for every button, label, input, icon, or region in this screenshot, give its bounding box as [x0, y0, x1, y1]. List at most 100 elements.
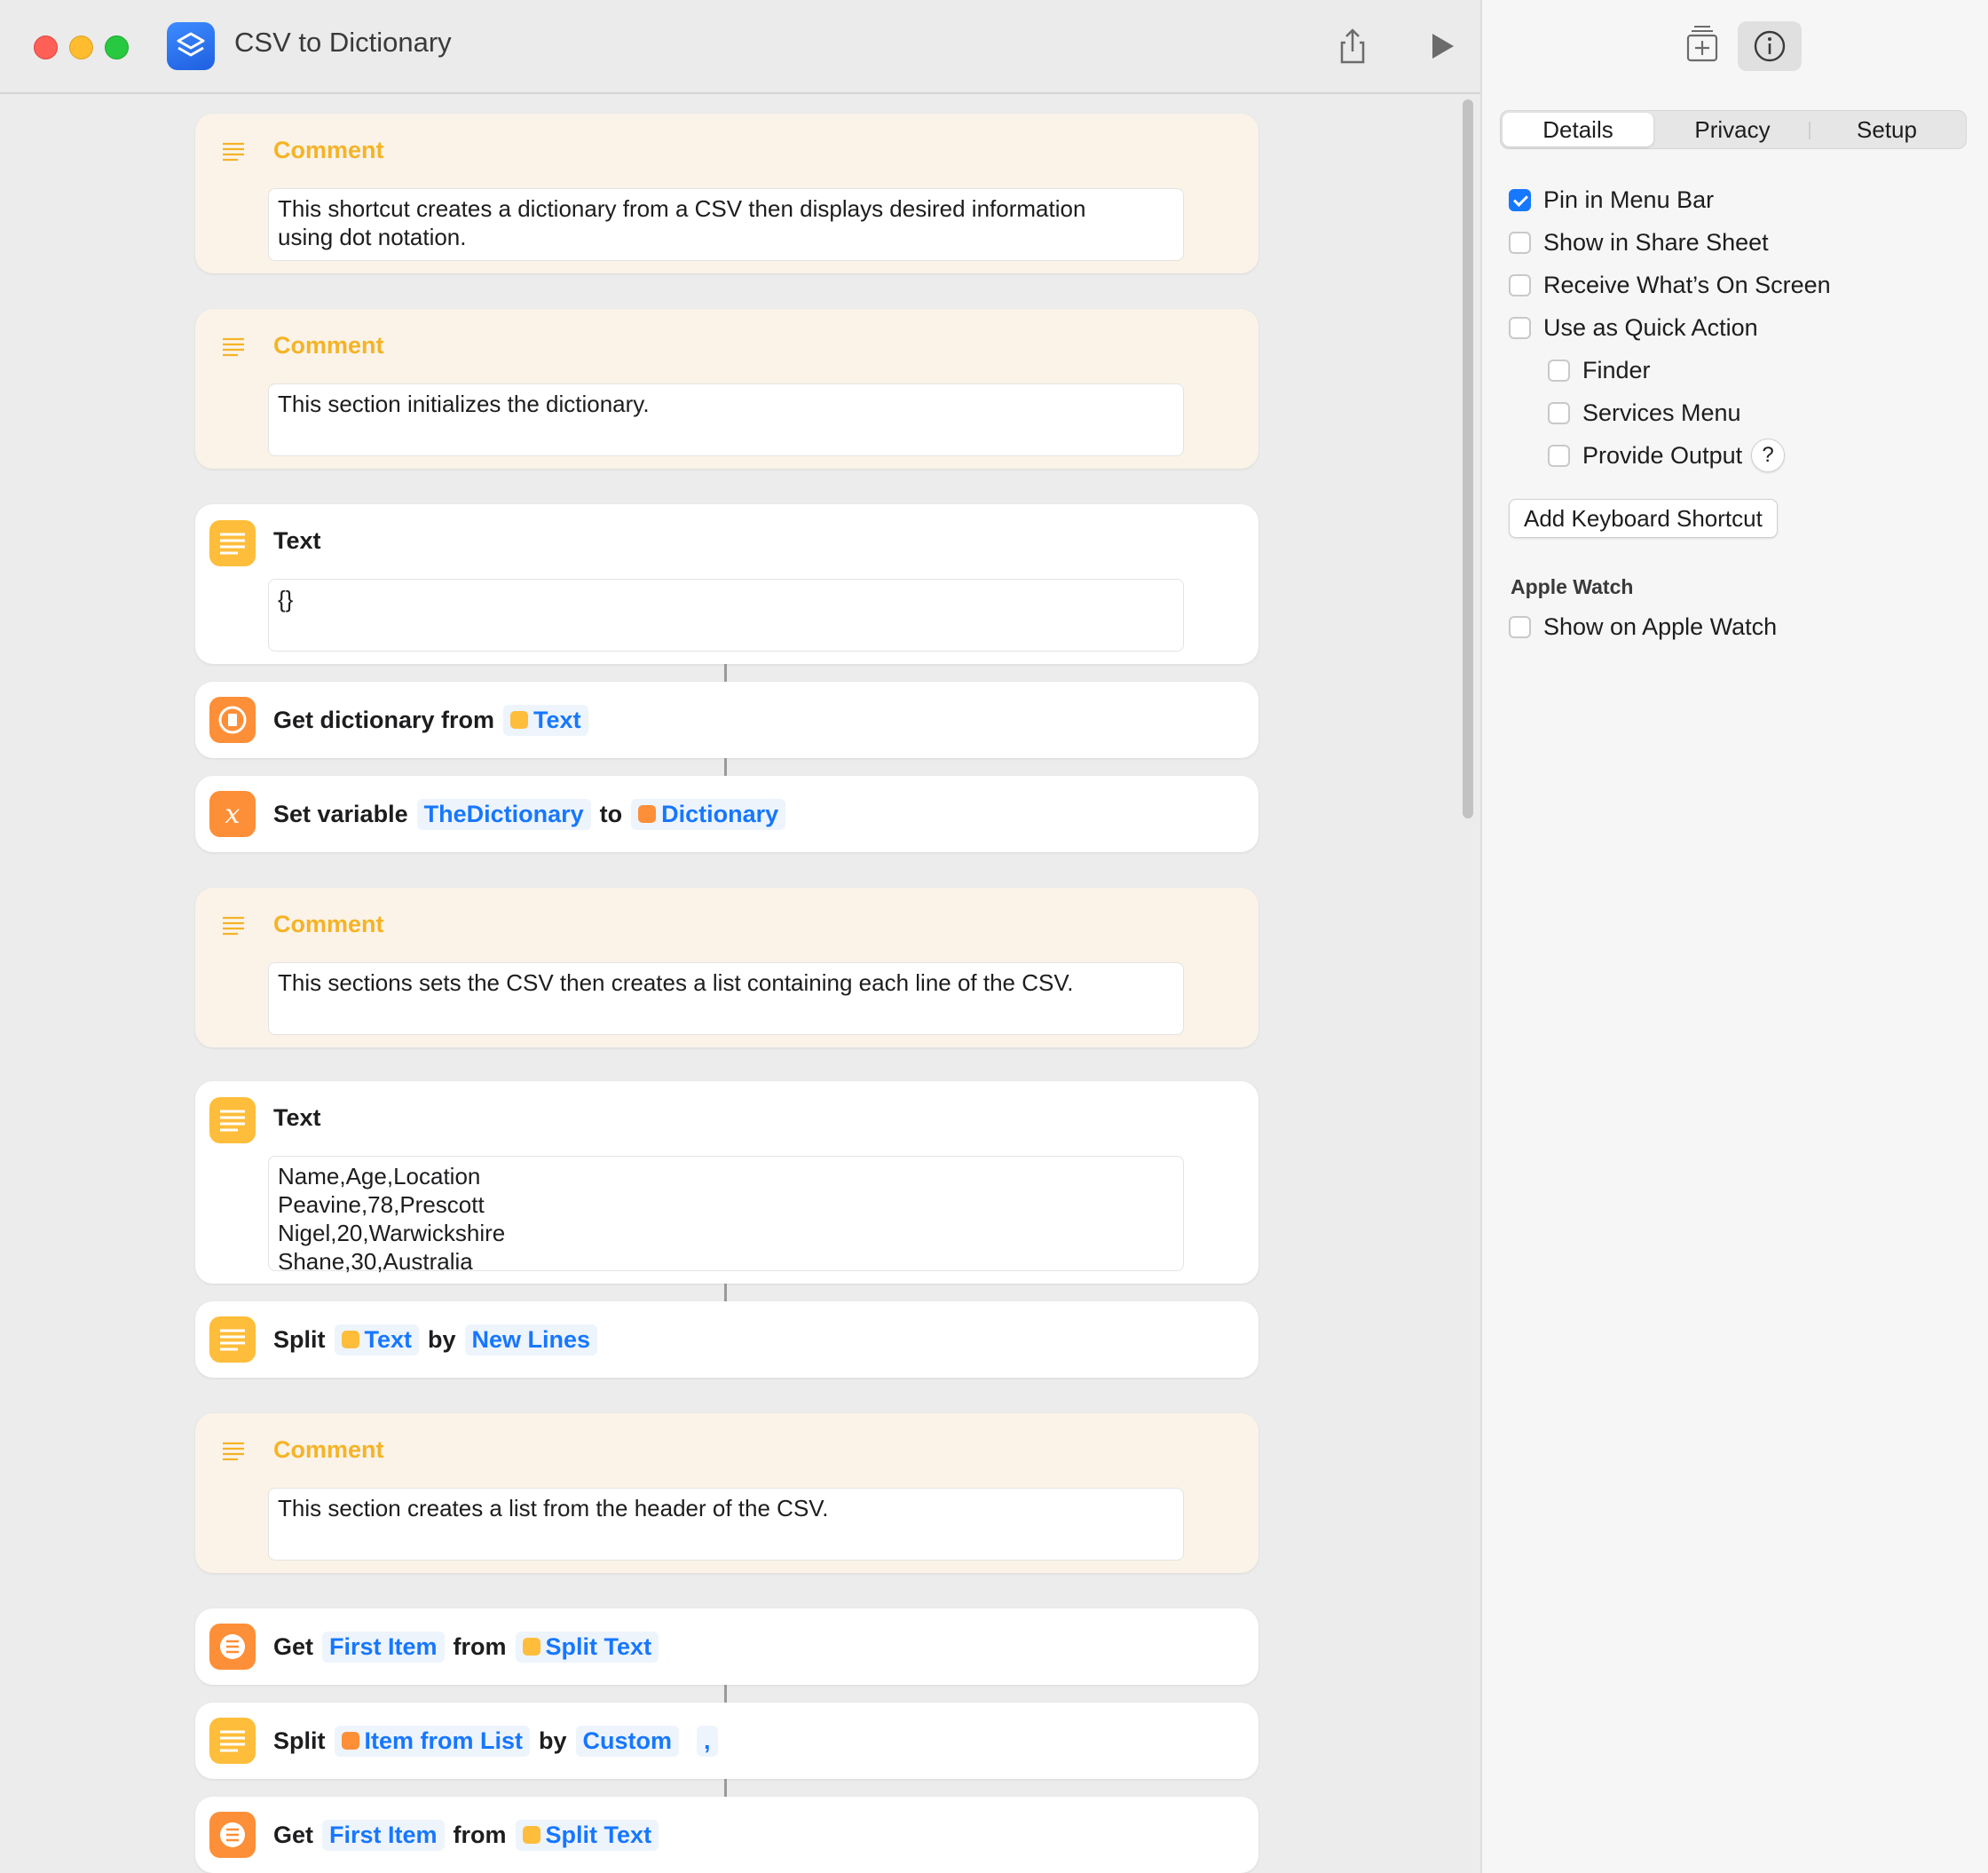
close-window-button[interactable]	[34, 36, 58, 59]
comment-title: Comment	[273, 911, 384, 937]
tab-privacy[interactable]: Privacy	[1657, 113, 1808, 146]
option-show-on-apple-watch[interactable]: Show on Apple Watch	[1509, 609, 1777, 644]
text-action[interactable]: Text {}	[195, 504, 1258, 664]
separator-token[interactable]: Custom	[575, 1725, 680, 1757]
play-icon	[1432, 34, 1454, 59]
text-action-icon	[209, 1097, 256, 1143]
info-button[interactable]	[1738, 21, 1802, 71]
option-pin-in-menu-bar[interactable]: Pin in Menu Bar	[1509, 182, 1714, 217]
option-label: Provide Output	[1582, 441, 1743, 469]
comment-text-field[interactable]: This sections sets the CSV then creates …	[268, 962, 1184, 1035]
action-connector	[724, 758, 727, 776]
custom-separator-field[interactable]: ,	[697, 1725, 718, 1757]
option-show-in-share-sheet[interactable]: Show in Share Sheet	[1509, 225, 1769, 260]
set-variable-action[interactable]: x Set variable TheDictionary to Dictiona…	[195, 776, 1258, 852]
token-label: Split Text	[545, 1821, 652, 1848]
checkbox[interactable]	[1548, 359, 1570, 382]
action-label: Split	[273, 1727, 326, 1754]
from-label: from	[453, 1632, 507, 1660]
option-label: Finder	[1582, 356, 1651, 383]
option-receive-on-screen[interactable]: Receive What’s On Screen	[1509, 267, 1831, 303]
checkbox[interactable]	[1548, 401, 1570, 424]
variable-x-icon: x	[209, 791, 256, 837]
comment-icon	[223, 337, 244, 357]
option-finder[interactable]: Finder	[1548, 352, 1651, 388]
text-token-icon	[341, 1331, 359, 1348]
item-from-list-token[interactable]: Item from List	[334, 1725, 531, 1757]
shortcuts-app-icon	[167, 22, 215, 70]
variable-name-token[interactable]: TheDictionary	[416, 798, 591, 830]
get-dictionary-action[interactable]: Get dictionary from Text	[195, 682, 1258, 758]
option-label: Pin in Menu Bar	[1543, 186, 1715, 213]
window-title: CSV to Dictionary	[234, 27, 452, 58]
get-item-action[interactable]: Get First Item from Split Text	[195, 1797, 1258, 1873]
option-label: Show in Share Sheet	[1543, 228, 1769, 256]
text-field[interactable]: {}	[268, 579, 1184, 652]
tab-setup[interactable]: Setup	[1811, 113, 1962, 146]
tab-divider	[1809, 122, 1810, 139]
comment-action[interactable]: Comment This section creates a list from…	[195, 1413, 1258, 1573]
split-text-action[interactable]: Split Item from List by Custom ,	[195, 1703, 1258, 1779]
comment-text-field[interactable]: This section initializes the dictionary.	[268, 383, 1184, 456]
action-connector	[724, 1779, 727, 1797]
dictionary-icon	[209, 697, 256, 743]
text-token-icon	[522, 1638, 540, 1656]
action-label: Get	[273, 1821, 314, 1848]
comment-icon	[223, 142, 244, 162]
share-button[interactable]	[1331, 25, 1374, 67]
by-label: by	[539, 1727, 567, 1754]
option-services-menu[interactable]: Services Menu	[1548, 395, 1741, 431]
comment-action[interactable]: Comment This sections sets the CSV then …	[195, 888, 1258, 1047]
action-label: Split	[273, 1325, 326, 1353]
option-use-as-quick-action[interactable]: Use as Quick Action	[1509, 310, 1758, 345]
action-label: Set variable	[273, 800, 408, 827]
text-action[interactable]: Text Name,Age,Location Peavine,78,Presco…	[195, 1081, 1258, 1284]
comment-icon	[223, 916, 244, 936]
token-label: Item from List	[364, 1727, 524, 1754]
get-item-action[interactable]: Get First Item from Split Text	[195, 1608, 1258, 1685]
option-label: Receive What’s On Screen	[1543, 271, 1831, 298]
comment-action[interactable]: Comment This shortcut creates a dictiona…	[195, 114, 1258, 273]
zoom-window-button[interactable]	[105, 36, 129, 59]
option-label: Services Menu	[1582, 399, 1741, 426]
item-selector-token[interactable]: First Item	[322, 1631, 445, 1663]
option-provide-output[interactable]: Provide Output ?	[1548, 438, 1786, 473]
list-icon	[209, 1624, 256, 1670]
list-icon	[209, 1812, 256, 1858]
csv-text-field[interactable]: Name,Age,Location Peavine,78,Prescott Ni…	[268, 1156, 1184, 1275]
add-keyboard-shortcut-button[interactable]: Add Keyboard Shortcut	[1509, 499, 1778, 538]
split-text-action[interactable]: Split Text by New Lines	[195, 1301, 1258, 1378]
checkbox[interactable]	[1509, 231, 1531, 254]
checkbox[interactable]	[1509, 615, 1531, 638]
minimize-window-button[interactable]	[69, 36, 93, 59]
comment-title: Comment	[273, 1436, 384, 1463]
token-label: Text	[533, 706, 581, 733]
comment-text-field[interactable]: This section creates a list from the hea…	[268, 1488, 1184, 1561]
split-text-icon	[209, 1718, 256, 1764]
action-title: Text	[273, 1104, 321, 1131]
tab-details[interactable]: Details	[1503, 113, 1653, 146]
run-button[interactable]	[1420, 25, 1463, 67]
apple-watch-heading: Apple Watch	[1511, 575, 1634, 598]
checkbox[interactable]	[1509, 273, 1531, 296]
checkbox[interactable]	[1509, 188, 1531, 211]
editor-scrollbar[interactable]	[1463, 99, 1473, 818]
share-icon	[1340, 28, 1365, 64]
split-text-token[interactable]: Split Text	[515, 1631, 659, 1663]
split-text-token[interactable]: Split Text	[515, 1819, 659, 1851]
dictionary-token[interactable]: Dictionary	[631, 798, 786, 830]
checkbox[interactable]	[1509, 316, 1531, 339]
checkbox[interactable]	[1548, 444, 1570, 467]
comment-action[interactable]: Comment This section initializes the dic…	[195, 309, 1258, 469]
inspector-tabs: Details Privacy Setup	[1500, 110, 1967, 149]
variable-token[interactable]: Text	[503, 704, 588, 736]
action-library-button[interactable]	[1670, 21, 1734, 71]
option-label: Use as Quick Action	[1543, 313, 1758, 341]
to-label: to	[599, 800, 623, 827]
help-button[interactable]: ?	[1751, 439, 1786, 472]
item-selector-token[interactable]: First Item	[322, 1819, 445, 1851]
text-token[interactable]: Text	[334, 1324, 420, 1355]
comment-title: Comment	[273, 137, 384, 163]
separator-token[interactable]: New Lines	[464, 1324, 598, 1355]
comment-text-field[interactable]: This shortcut creates a dictionary from …	[268, 188, 1184, 261]
